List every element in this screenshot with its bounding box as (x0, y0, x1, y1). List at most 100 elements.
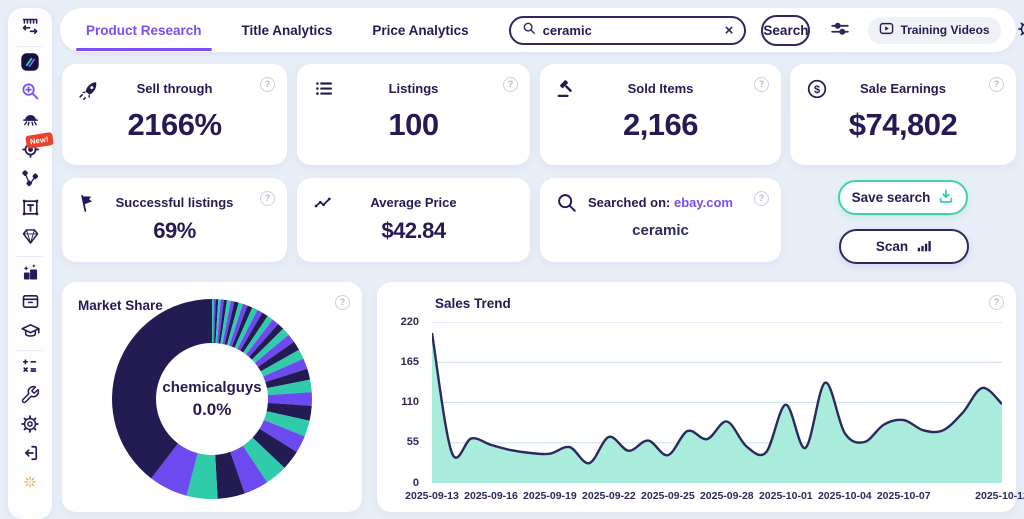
nodes-icon (20, 168, 41, 194)
help-icon[interactable]: ? (989, 77, 1004, 92)
stat-value: 69% (62, 218, 287, 244)
donut-slice[interactable] (112, 299, 212, 478)
stat-value: $42.84 (297, 218, 530, 244)
settings-button[interactable] (1017, 19, 1024, 42)
sidebar-item-product-research[interactable] (8, 79, 52, 108)
market-share-donut[interactable]: chemicalguys 0.0% (109, 296, 315, 502)
search-box[interactable]: × (509, 16, 747, 45)
x-tick-label: 2025-10-04 (818, 490, 872, 502)
x-tick-label: 2025-09-13 (405, 490, 459, 502)
stat-card-sell-through: Sell through ? 2166% (62, 64, 287, 165)
sidebar-item-item-finder[interactable] (8, 224, 52, 253)
dollar-circle-icon: $ (806, 78, 828, 105)
x-tick-label: 2025-09-28 (700, 490, 754, 502)
search-button[interactable]: Search (761, 15, 810, 46)
help-icon[interactable]: ? (754, 77, 769, 92)
sidebar-item-academy[interactable] (8, 318, 52, 347)
y-tick-label: 220 (383, 316, 419, 328)
training-videos-button[interactable]: Training Videos (868, 17, 1000, 44)
sidebar-item-whats-new[interactable] (8, 470, 52, 499)
search-input[interactable] (543, 23, 718, 38)
searched-on-label: Searched on: (588, 195, 670, 210)
x-tick-label: 2025-09-16 (464, 490, 518, 502)
tab-product-research[interactable]: Product Research (86, 9, 202, 51)
bars-icon (916, 238, 932, 256)
help-icon[interactable]: ? (989, 295, 1004, 310)
area-chart[interactable] (432, 322, 1002, 483)
sidebar-item-category-research[interactable] (8, 166, 52, 195)
gavel-icon (556, 78, 578, 105)
settings-gear-icon (1017, 19, 1024, 42)
stat-card-listings: Listings ? 100 (297, 64, 530, 165)
sidebar-divider (17, 46, 43, 47)
zik-logo-icon (19, 51, 41, 78)
filters-button[interactable] (829, 18, 851, 43)
diamond-icon (20, 226, 41, 252)
video-icon (879, 21, 894, 39)
store-collapse-icon (20, 16, 41, 42)
y-axis-labels: 055110165220 (383, 322, 425, 483)
x-tick-label: 2025-10-12 (975, 490, 1024, 502)
scan-button[interactable]: Scan (839, 229, 969, 264)
search-icon (522, 21, 536, 40)
stat-value: 2166% (62, 107, 287, 143)
sales-trend-plot[interactable] (432, 322, 1002, 483)
calculator-icon (20, 356, 40, 381)
stat-card-successful-listings: Successful listings ? 69% (62, 178, 287, 262)
sidebar-item-logo[interactable] (8, 50, 52, 79)
save-icon (938, 188, 954, 207)
tab-price-analytics[interactable]: Price Analytics (372, 9, 468, 51)
topbar: Product Research Title Analytics Price A… (60, 8, 1016, 52)
list-icon (313, 78, 335, 105)
searched-keyword: ceramic (540, 222, 781, 239)
sidebar-item-title-builder[interactable] (8, 195, 52, 224)
sidebar-item-autopilot[interactable]: New! (8, 137, 52, 166)
gear-icon (20, 414, 40, 439)
product-research-dashboard: New! (0, 0, 1024, 519)
store-switcher-button[interactable] (8, 14, 52, 43)
stat-card-searched-on: Searched on: ebay.com ? ceramic (540, 178, 781, 262)
stat-card-sold-items: Sold Items ? 2,166 (540, 64, 781, 165)
x-tick-label: 2025-09-19 (523, 490, 577, 502)
x-tick-label: 2025-10-07 (877, 490, 931, 502)
help-icon[interactable]: ? (335, 295, 350, 310)
help-icon[interactable]: ? (260, 191, 275, 206)
area-fill (432, 333, 1002, 483)
logout-icon (20, 443, 40, 468)
trend-line-icon (313, 192, 334, 218)
sidebar-item-logout[interactable] (8, 441, 52, 470)
x-axis-labels: 2025-09-132025-09-162025-09-192025-09-22… (432, 490, 1002, 503)
spy-icon (20, 110, 41, 136)
y-tick-label: 165 (383, 356, 419, 368)
stat-value: 2,166 (540, 107, 781, 143)
tab-title-analytics[interactable]: Title Analytics (242, 9, 333, 51)
clear-search-icon[interactable]: × (725, 23, 734, 38)
help-icon[interactable]: ? (754, 191, 769, 206)
donut-chart[interactable] (109, 296, 315, 502)
searched-site[interactable]: ebay.com (674, 195, 733, 210)
sidebar-item-best-selling[interactable] (8, 260, 52, 289)
stat-value: 100 (297, 107, 530, 143)
sidebar-item-settings[interactable] (8, 412, 52, 441)
magnifier-icon (556, 192, 578, 219)
help-icon[interactable]: ? (260, 77, 275, 92)
sales-trend-title: Sales Trend (435, 296, 511, 311)
sidebar-item-profit-calculator[interactable] (8, 354, 52, 383)
podium-star-icon (20, 262, 41, 288)
y-tick-label: 110 (383, 396, 419, 408)
x-tick-label: 2025-10-01 (759, 490, 813, 502)
x-tick-label: 2025-09-22 (582, 490, 636, 502)
training-videos-label: Training Videos (900, 23, 989, 37)
svg-text:$: $ (814, 84, 820, 96)
x-tick-label: 2025-09-25 (641, 490, 695, 502)
y-tick-label: 55 (383, 436, 419, 448)
help-icon[interactable]: ? (503, 77, 518, 92)
sales-trend-card: Sales Trend ? 055110165220 2025-09-13202… (377, 282, 1016, 512)
sidebar-item-tools[interactable] (8, 383, 52, 412)
save-search-button[interactable]: Save search (838, 180, 968, 215)
new-badge: New! (25, 132, 53, 149)
sidebar-divider (17, 256, 43, 257)
sidebar: New! (8, 8, 52, 519)
sidebar-item-saved-products[interactable] (8, 289, 52, 318)
rocket-icon (78, 78, 102, 107)
